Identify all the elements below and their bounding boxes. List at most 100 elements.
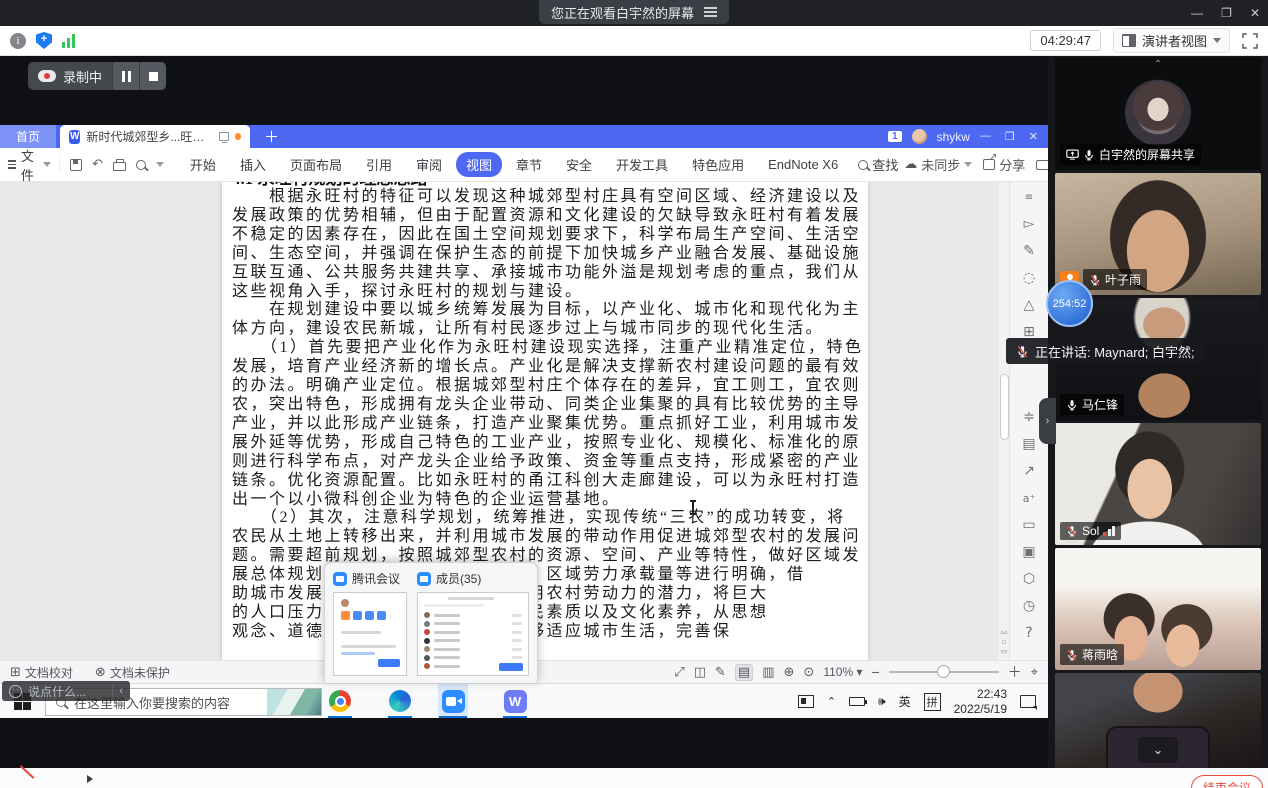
info-icon[interactable]: i	[10, 33, 26, 49]
stamp-icon[interactable]: ⬡	[1020, 570, 1038, 588]
user-avatar[interactable]	[912, 129, 927, 144]
zoom-in-button[interactable]: ＋	[1008, 662, 1022, 682]
vertical-scrollbar[interactable]: ▵▵ ▫ ▿▿	[997, 182, 1009, 660]
close-icon[interactable]: ✕	[1250, 6, 1260, 20]
ime-language[interactable]: 英	[899, 693, 911, 710]
taskbar-app-edge[interactable]	[385, 684, 415, 718]
participant-tile[interactable]: 蒋雨晗	[1055, 548, 1261, 670]
wps-minimize-icon[interactable]: —	[980, 130, 991, 143]
search-highlight-art[interactable]	[267, 689, 321, 715]
export-icon[interactable]: ↗	[1020, 462, 1038, 480]
navigation-icon[interactable]: △	[1020, 296, 1038, 314]
archive-box-icon[interactable]: ▭	[1020, 516, 1038, 534]
ribbon-tab-审阅[interactable]: 审阅	[406, 152, 452, 177]
fit-page-icon[interactable]: ⌖	[1031, 665, 1038, 680]
browse-object-button[interactable]: ▫	[1002, 639, 1007, 646]
ribbon-tab-引用[interactable]: 引用	[356, 152, 402, 177]
thumbnail-preview[interactable]	[417, 592, 529, 676]
emoji-icon[interactable]	[9, 685, 22, 698]
tray-expand-icon[interactable]: ⌃	[827, 695, 836, 708]
application-button[interactable]	[850, 773, 870, 788]
zoom-out-button[interactable]: −	[871, 664, 879, 680]
highlight-pen-icon[interactable]: ✎	[1020, 242, 1038, 260]
ribbon-tab-插入[interactable]: 插入	[230, 152, 276, 177]
taskbar-app-wps[interactable]: W	[500, 684, 530, 718]
ime-mode[interactable]: 拼	[924, 693, 941, 711]
ribbon-tab-视图[interactable]: 视图	[456, 152, 502, 177]
participant-tile[interactable]: Sol	[1055, 423, 1261, 545]
ribbon-tab-开始[interactable]: 开始	[180, 152, 226, 177]
stop-recording-button[interactable]	[139, 62, 166, 90]
help-tool-icon[interactable]: ?	[1020, 624, 1038, 642]
pause-recording-button[interactable]	[112, 62, 139, 90]
chat-collapse-icon[interactable]: ‹	[119, 685, 123, 697]
cloud-sync-button[interactable]: ☁ 未同步	[904, 155, 972, 174]
security-shield-icon[interactable]	[36, 32, 52, 49]
page-layout-icon[interactable]: ▤	[1020, 435, 1038, 453]
floating-timer-bubble[interactable]: 254:52	[1046, 280, 1093, 327]
two-page-view-icon[interactable]: ◫	[694, 665, 706, 680]
sidebar-collapse-handle[interactable]: ›	[1039, 398, 1056, 444]
thumbnail-preview[interactable]	[333, 592, 407, 676]
ribbon-tab-EndNote X6[interactable]: EndNote X6	[758, 154, 848, 175]
invite-button[interactable]	[584, 773, 604, 788]
print-icon[interactable]	[113, 162, 126, 171]
members-button[interactable]	[650, 773, 670, 788]
prev-page-button[interactable]: ▵▵	[1000, 629, 1007, 636]
participant-tile-share[interactable]: ⌃ 白宇然的屏幕共享	[1055, 57, 1261, 170]
ribbon-tab-查找[interactable]: 查找	[852, 152, 904, 177]
new-tab-button[interactable]: ＋	[264, 126, 279, 147]
adjust-sliders-icon[interactable]: ≑	[1020, 408, 1038, 426]
outline-view-icon[interactable]: ▥	[762, 665, 774, 680]
settings-button[interactable]	[1050, 773, 1070, 788]
meeting-chat-overlay[interactable]: 说点什么... ‹	[2, 681, 130, 701]
volume-icon[interactable]: 🕪	[878, 694, 886, 709]
view-mode-button[interactable]: 演讲者视图	[1113, 28, 1230, 53]
screen-watch-banner[interactable]: 您正在观看白宇然的屏幕	[539, 0, 729, 24]
file-menu[interactable]: 文件	[8, 146, 59, 184]
proofing-status[interactable]: ⊞ 文档校对	[10, 664, 73, 681]
drag-handle-icon[interactable]: ≡	[1020, 188, 1038, 206]
camera-button[interactable]	[88, 773, 114, 788]
ribbon-tab-页面布局[interactable]: 页面布局	[280, 152, 352, 177]
page-view-icon[interactable]: ▤	[735, 664, 753, 681]
zoom-level[interactable]: 110% ▾	[823, 665, 862, 679]
history-icon[interactable]: ◷	[1020, 597, 1038, 615]
ribbon-tab-安全[interactable]: 安全	[556, 152, 602, 177]
end-meeting-button[interactable]: 结束会议	[1191, 775, 1263, 788]
taskbar-app-meeting[interactable]	[438, 684, 468, 718]
share-screen-button[interactable]	[502, 773, 522, 788]
notification-center-icon[interactable]	[1020, 695, 1036, 708]
news-widget-icon[interactable]	[798, 695, 814, 708]
record-button[interactable]	[786, 773, 806, 788]
ribbon-tab-章节[interactable]: 章节	[506, 152, 552, 177]
mic-muted-button[interactable]	[22, 773, 42, 788]
next-page-button[interactable]: ▿▿	[1000, 649, 1007, 656]
chevron-down-icon[interactable]	[156, 162, 164, 167]
minimize-icon[interactable]: —	[1191, 6, 1203, 20]
fullscreen-icon[interactable]	[1242, 33, 1258, 49]
picture-icon[interactable]: ▣	[1020, 543, 1038, 561]
document-page[interactable]: 4.1 永旺村规划的理念思路 根据永旺村的特征可以发现这种城郊型村庄具有空间区域…	[222, 182, 868, 660]
thumbnail-members-window[interactable]: 成员(35)	[417, 570, 529, 676]
wps-restore-icon[interactable]: ❐	[1005, 130, 1015, 143]
interpretation-button[interactable]	[988, 773, 1008, 788]
edit-mode-icon[interactable]: ✎	[715, 665, 726, 680]
protection-status[interactable]: ⊗ 文档未保护	[95, 664, 170, 681]
maximize-icon[interactable]: ❐	[1221, 6, 1232, 20]
participant-tile[interactable]: 叶子雨	[1055, 173, 1261, 295]
tab-document[interactable]: W 新时代城郊型乡...旺村为例(1)	[60, 125, 250, 148]
print-preview-icon[interactable]	[136, 160, 146, 170]
eye-protect-icon[interactable]: ⊙	[803, 665, 814, 680]
zoom-slider[interactable]	[889, 671, 999, 673]
banner-menu-icon[interactable]	[704, 5, 717, 20]
ribbon-tab-特色应用[interactable]: 特色应用	[682, 152, 754, 177]
ribbon-tab-开发工具[interactable]: 开发工具	[606, 152, 678, 177]
whiteboard-button[interactable]	[926, 773, 946, 788]
taskbar-app-chrome[interactable]	[325, 684, 355, 718]
wps-close-icon[interactable]: ✕	[1029, 130, 1038, 143]
save-icon[interactable]	[70, 159, 82, 171]
collapse-strip-icon[interactable]: ⌃	[1154, 59, 1162, 70]
battery-icon[interactable]	[849, 697, 865, 706]
undo-icon[interactable]: ↶	[92, 158, 103, 171]
